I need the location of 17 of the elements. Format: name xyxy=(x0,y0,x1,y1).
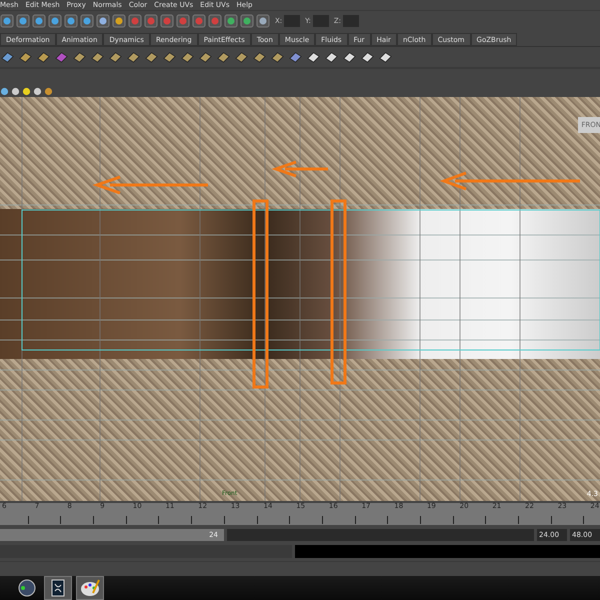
tool-icon[interactable] xyxy=(16,14,30,28)
tool-icon[interactable] xyxy=(240,14,254,28)
tool-icon[interactable] xyxy=(48,14,62,28)
coordinate-field[interactable] xyxy=(312,14,329,27)
tool-icon[interactable] xyxy=(80,14,94,28)
paint-palette-icon[interactable] xyxy=(76,576,104,600)
coordinate-field[interactable] xyxy=(343,14,360,27)
coordinate-field[interactable] xyxy=(284,14,300,27)
app-icon[interactable] xyxy=(44,576,72,600)
tool-icon[interactable] xyxy=(64,14,78,28)
tool-icon[interactable] xyxy=(224,14,238,28)
tool-icon[interactable] xyxy=(112,14,126,28)
tool-icon[interactable] xyxy=(0,14,14,28)
tool-icon[interactable] xyxy=(96,14,110,28)
arrow-annotation xyxy=(271,160,330,178)
tool-icon[interactable] xyxy=(256,14,270,28)
tool-icon[interactable] xyxy=(32,14,46,28)
